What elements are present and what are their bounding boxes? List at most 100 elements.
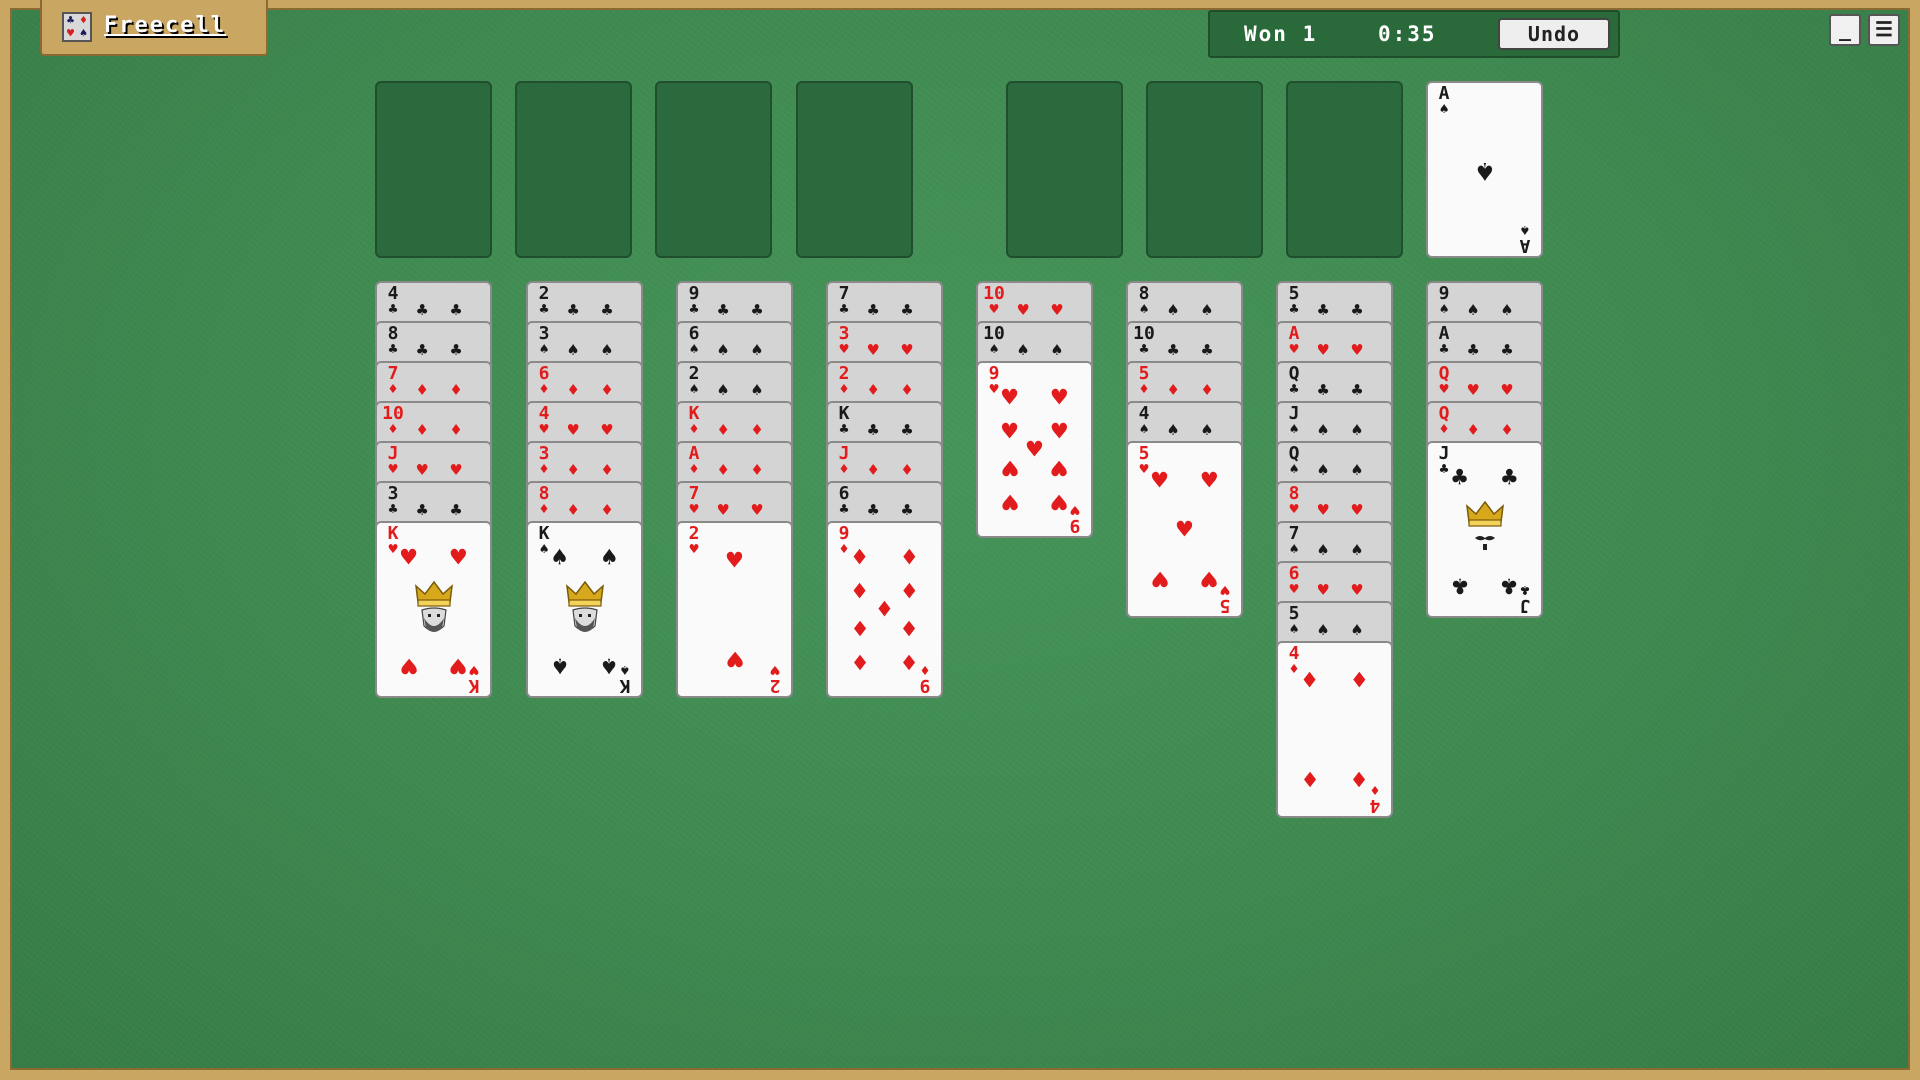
face-card-portrait-icon: [414, 580, 453, 632]
card-corner-index: 5 ♦: [1131, 365, 1157, 398]
spades-icon: ♠: [1439, 100, 1449, 118]
clubs-icon: ♣: [1501, 569, 1518, 600]
card-corner-index: 8 ♠: [1131, 285, 1157, 318]
hearts-icon: ♥: [1201, 466, 1218, 497]
card-corner-index: Q ♣: [1281, 365, 1307, 397]
diamonds-icon: ♦: [689, 420, 699, 438]
spades-icon: ♠: [1289, 620, 1299, 638]
diamonds-icon: ♦: [839, 460, 849, 478]
hearts-icon: ♥: [1001, 486, 1018, 517]
clubs-icon: ♣: [839, 500, 849, 518]
clubs-icon: ♣: [388, 300, 398, 318]
hearts-icon: ♥: [450, 649, 467, 680]
card-corner-index: J ♥: [380, 445, 406, 478]
card-corner-index: 8 ♦: [531, 485, 557, 518]
foundation-2[interactable]: [1146, 81, 1263, 258]
card-corner-index: Q ♠: [1281, 445, 1307, 477]
tableau-5-card[interactable]: 9 ♥ 9 ♥ ♥ ♥ ♥ ♥ ♥ ♥ ♥ ♥ ♥: [976, 361, 1093, 538]
games-won-counter: Won 1: [1244, 22, 1318, 46]
card-corner-index: Q ♥: [1431, 365, 1457, 397]
diamonds-icon: ♦: [1139, 380, 1149, 398]
menu-button[interactable]: ☰: [1868, 14, 1900, 46]
clubs-icon: ♣: [388, 340, 398, 358]
spades-icon: ♠: [1289, 420, 1299, 438]
foundation-4-card[interactable]: A ♠ A ♠ ♠: [1426, 81, 1543, 258]
minimize-icon: _: [1838, 17, 1852, 41]
spades-icon: ♠: [551, 649, 568, 680]
diamonds-icon: ♦: [1439, 420, 1449, 438]
hearts-icon: ♥: [1289, 580, 1299, 598]
spades-icon: ♠: [1139, 300, 1149, 318]
card-corner-index-bottom: 2 ♥: [762, 661, 788, 696]
free-cell-1[interactable]: [375, 81, 492, 258]
card-corner-index: 6 ♣: [831, 485, 857, 518]
tableau-4-card[interactable]: 9 ♦ 9 ♦ ♦ ♦ ♦ ♦ ♦ ♦ ♦ ♦ ♦: [826, 521, 943, 698]
clubs-icon: ♣: [1289, 300, 1299, 318]
hearts-icon: ♥: [388, 460, 398, 478]
diamonds-icon: ♦: [539, 500, 549, 518]
diamonds-icon: ♦: [839, 380, 849, 398]
card-corner-index: 8 ♣: [380, 325, 406, 358]
spades-icon: ♠: [551, 542, 568, 573]
free-cell-2[interactable]: [515, 81, 632, 258]
felt-texture: [10, 8, 1910, 1070]
hearts-icon: ♥: [1001, 382, 1018, 413]
card-corner-index: 5 ♣: [1281, 285, 1307, 318]
card-corner-index: A ♦: [681, 445, 707, 477]
card-corner-index: A ♠: [1431, 85, 1457, 118]
tableau-8-card[interactable]: J ♣ J ♣ ♣ ♣ ♣ ♣: [1426, 441, 1543, 618]
diamonds-icon: ♦: [539, 380, 549, 398]
tableau-2-card[interactable]: K ♠ K ♠ ♠ ♠ ♠ ♠: [526, 521, 643, 698]
minimize-button[interactable]: _: [1829, 14, 1861, 46]
hearts-icon: ♥: [450, 542, 467, 573]
diamonds-icon: ♦: [1351, 762, 1368, 793]
card-corner-index: 2 ♠: [681, 365, 707, 398]
free-cell-4[interactable]: [796, 81, 913, 258]
card-corner-index: J ♠: [1281, 405, 1307, 438]
diamonds-icon: ♦: [901, 646, 918, 677]
card-corner-index: J ♦: [831, 445, 857, 478]
foundation-3[interactable]: [1286, 81, 1403, 258]
hearts-icon: ♥: [400, 649, 417, 680]
diamonds-icon: ♦: [539, 460, 549, 478]
undo-button[interactable]: Undo: [1498, 18, 1610, 50]
card-corner-index: 4 ♥: [531, 405, 557, 438]
diamonds-icon: ♦: [1301, 762, 1318, 793]
face-card-portrait-icon: [1465, 500, 1504, 550]
free-cell-3[interactable]: [655, 81, 772, 258]
face-card-portrait-icon: [565, 580, 604, 632]
spades-icon: ♠: [601, 649, 618, 680]
spades-icon: ♠: [601, 542, 618, 573]
hearts-icon: ♥: [689, 540, 699, 558]
card-corner-index: 9 ♠: [1431, 285, 1457, 318]
card-corner-index: 7 ♥: [681, 485, 707, 517]
card-corner-index: 7 ♦: [380, 365, 406, 398]
tableau-3-card[interactable]: 2 ♥ 2 ♥ ♥ ♥: [676, 521, 793, 698]
diamonds-icon: ♦: [1351, 666, 1368, 697]
card-corner-index: 3 ♥: [831, 325, 857, 357]
diamonds-icon: ♦: [388, 380, 398, 398]
hearts-icon: ♥: [400, 542, 417, 573]
foundation-1[interactable]: [1006, 81, 1123, 258]
clubs-icon: ♣: [1451, 462, 1468, 493]
tableau-7-card[interactable]: 4 ♦ 4 ♦ ♦ ♦ ♦ ♦: [1276, 641, 1393, 818]
spades-icon: ♠: [1439, 300, 1449, 318]
hearts-icon: ♥: [1051, 382, 1068, 413]
spades-icon: ♠: [689, 380, 699, 398]
hearts-icon: ♥: [1176, 514, 1193, 545]
menu-icon: ☰: [1875, 17, 1893, 41]
diamonds-icon: ♦: [1301, 666, 1318, 697]
spades-icon: ♠: [1289, 540, 1299, 558]
card-corner-index: 10 ♠: [981, 325, 1007, 357]
card-corner-index: 3 ♣: [380, 485, 406, 517]
app-title[interactable]: Freecell: [104, 13, 226, 38]
hearts-icon: ♥: [539, 420, 549, 438]
hearts-icon: ♥: [726, 642, 743, 673]
tableau-1-card[interactable]: K ♥ K ♥ ♥ ♥ ♥ ♥: [375, 521, 492, 698]
tableau-6-card[interactable]: 5 ♥ 5 ♥ ♥ ♥ ♥ ♥ ♥: [1126, 441, 1243, 618]
card-corner-index: 5 ♠: [1281, 605, 1307, 638]
card-corner-index: 9 ♣: [681, 285, 707, 317]
app-title-tab[interactable]: ♣ ♦ ♥ ♠ Freecell: [40, 0, 268, 56]
hearts-icon: ♥: [1051, 451, 1068, 482]
clubs-icon: ♣: [839, 300, 849, 318]
